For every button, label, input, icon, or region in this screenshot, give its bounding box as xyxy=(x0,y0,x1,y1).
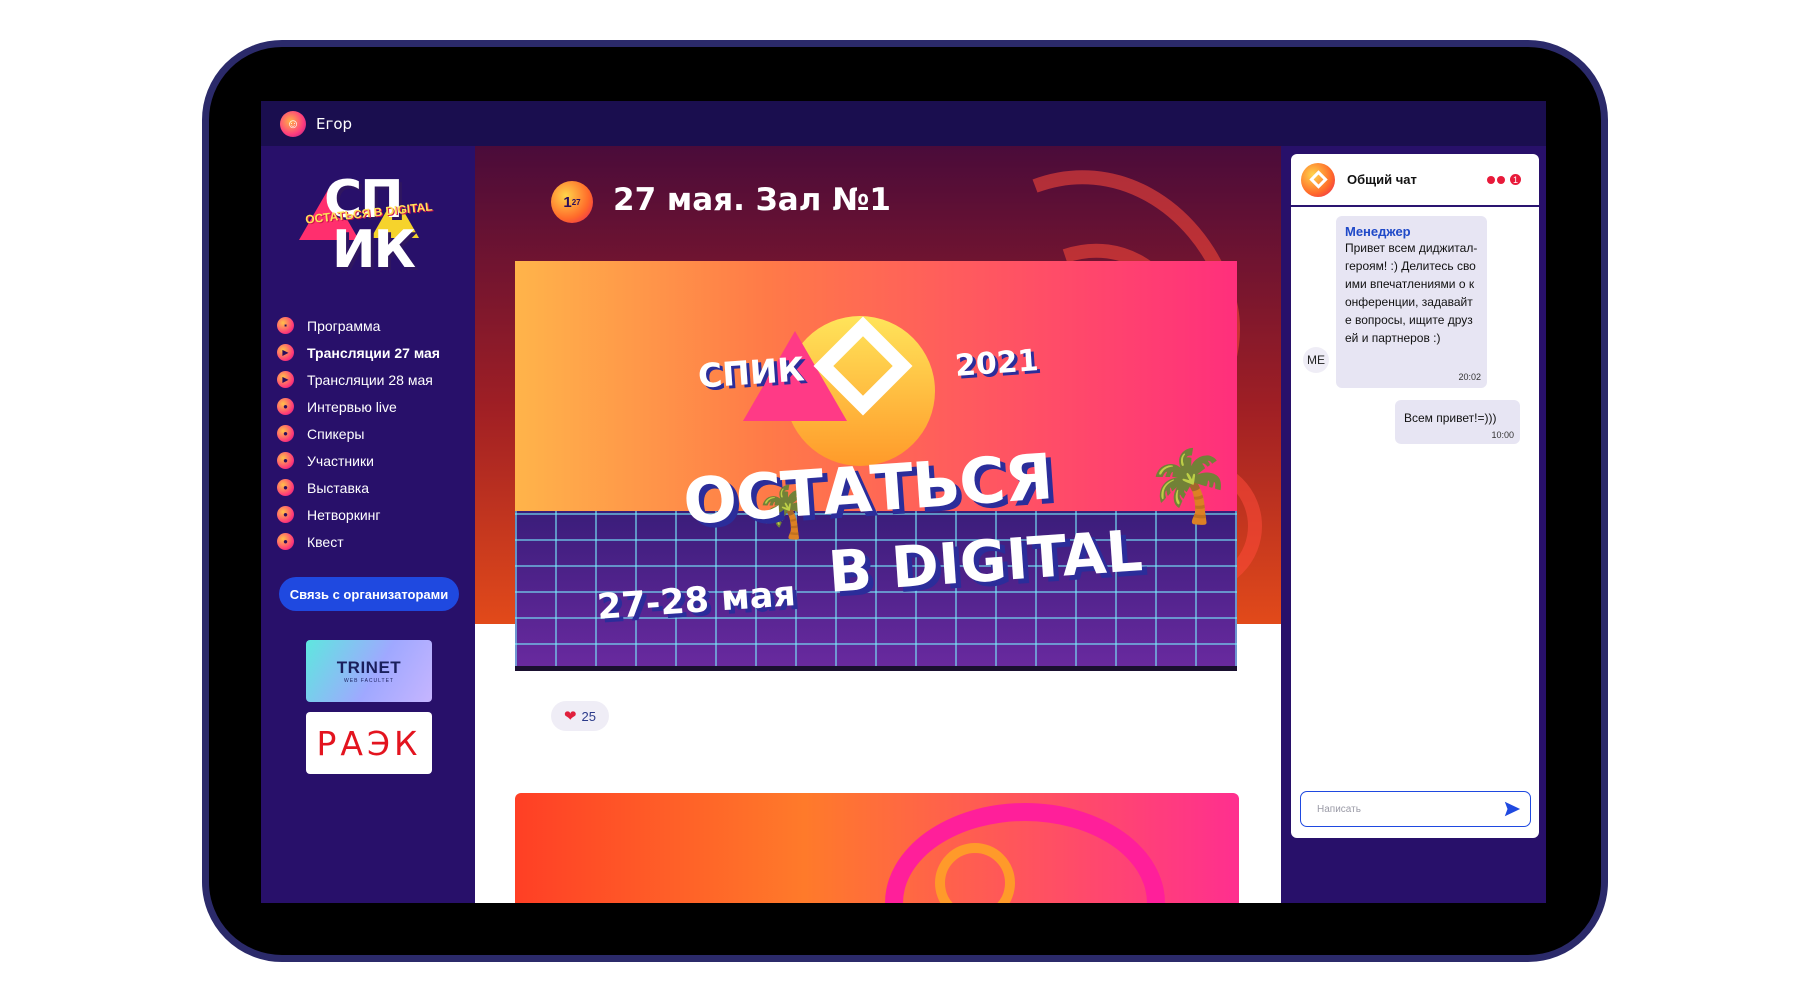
status-dot-icon xyxy=(1487,175,1495,184)
sidebar-item-label: Трансляции 27 мая xyxy=(307,344,440,361)
sidebar-item-label: Программа xyxy=(307,317,381,334)
send-button[interactable] xyxy=(1497,794,1527,824)
day-badge-sub: 27 xyxy=(571,197,581,207)
page-title: 27 мая. Зал №1 xyxy=(613,182,891,218)
unread-badge: 1 xyxy=(1508,172,1523,187)
message-avatar[interactable]: МЕ xyxy=(1303,347,1329,373)
user-avatar[interactable]: ☺ xyxy=(280,110,306,137)
sidebar-item-speakers[interactable]: ● Спикеры xyxy=(277,420,440,447)
sidebar-item-participants[interactable]: ● Участники xyxy=(277,447,440,474)
partner-name: TRINET xyxy=(336,658,402,677)
chat-title: Общий чат xyxy=(1347,172,1417,187)
message-time: 20:02 xyxy=(1458,372,1481,382)
exhibition-icon: ● xyxy=(277,479,294,496)
partner-subtitle: WEB FACULTET xyxy=(344,678,394,684)
day-badge-number: 1 xyxy=(563,193,572,211)
main-content: 1 27 27 мая. Зал №1 🌴 🌴 СПИК 2021 ОСТАТЬС… xyxy=(475,146,1281,903)
app-screen: ☺ Егор СП ИК ОСТАТЬСЯ В DIGITAL ▪ Програ… xyxy=(261,101,1546,903)
chat-logo-icon xyxy=(1301,162,1335,197)
sidebar-item-interview[interactable]: ● Интервью live xyxy=(277,393,440,420)
partner-logo-raek[interactable]: РАЭК xyxy=(306,712,432,774)
like-count: 25 xyxy=(581,708,597,724)
contact-organizers-button[interactable]: Связь с организаторами xyxy=(279,577,459,611)
event-logo[interactable]: СП ИК ОСТАТЬСЯ В DIGITAL xyxy=(299,166,439,286)
sidebar-item-broadcast-28[interactable]: ▶ Трансляции 28 мая xyxy=(277,366,440,393)
sidebar-item-label: Выставка xyxy=(307,479,370,496)
ornament-decoration xyxy=(885,803,1165,903)
chat-message-input[interactable] xyxy=(1317,803,1497,815)
chat-message-outgoing: Всем привет!=))) 10:00 xyxy=(1395,400,1520,444)
interview-icon: ● xyxy=(277,398,294,415)
sidebar-item-label: Трансляции 28 мая xyxy=(307,371,433,388)
chat-header: Общий чат 1 xyxy=(1291,154,1539,207)
palm-tree-icon: 🌴 xyxy=(1145,447,1233,525)
broadcast-icon: ▶ xyxy=(277,371,294,388)
quest-icon: ● xyxy=(277,533,294,550)
participants-icon: ● xyxy=(277,452,294,469)
sidebar-item-program[interactable]: ▪ Программа xyxy=(277,312,440,339)
sidebar-menu: ▪ Программа ▶ Трансляции 27 мая ▶ Трансл… xyxy=(277,312,440,555)
message-author[interactable]: Менеджер xyxy=(1345,224,1479,239)
banner-brand: СПИК xyxy=(696,349,806,396)
top-bar: ☺ Егор xyxy=(261,101,1546,146)
chat-input-box xyxy=(1300,791,1531,827)
chat-panel: Общий чат 1 МЕ Менеджер Привет всем дидж… xyxy=(1291,154,1539,838)
heart-icon: ❤ xyxy=(563,708,577,725)
broadcast-icon: ▶ xyxy=(277,344,294,361)
sidebar-item-exhibition[interactable]: ● Выставка xyxy=(277,474,440,501)
partner-name: РАЭК xyxy=(316,723,422,763)
user-name[interactable]: Егор xyxy=(316,115,352,133)
sidebar-item-label: Нетворкинг xyxy=(307,506,381,523)
program-icon: ▪ xyxy=(277,317,294,334)
next-stream-banner[interactable] xyxy=(515,793,1239,903)
sidebar-item-broadcast-27[interactable]: ▶ Трансляции 27 мая xyxy=(277,339,440,366)
message-time: 10:00 xyxy=(1491,430,1514,440)
networking-icon: ● xyxy=(277,506,294,523)
chat-notifications[interactable]: 1 xyxy=(1485,172,1523,187)
speakers-icon: ● xyxy=(277,425,294,442)
like-button[interactable]: ❤ 25 xyxy=(551,701,609,731)
sidebar-item-networking[interactable]: ● Нетворкинг xyxy=(277,501,440,528)
chat-message-incoming: Менеджер Привет всем диджитал-героям! :)… xyxy=(1336,216,1487,388)
logo-text: ИК xyxy=(332,220,416,280)
message-text: Привет всем диджитал-героям! :) Делитесь… xyxy=(1345,241,1478,345)
sidebar-item-label: Участники xyxy=(307,452,374,469)
sidebar: СП ИК ОСТАТЬСЯ В DIGITAL ▪ Программа ▶ Т… xyxy=(261,146,475,903)
partner-logo-trinet[interactable]: TRINET WEB FACULTET xyxy=(306,640,432,702)
banner-year: 2021 xyxy=(953,343,1040,384)
send-icon xyxy=(1504,801,1521,817)
sidebar-item-label: Квест xyxy=(307,533,344,550)
message-text: Всем привет!=))) xyxy=(1404,411,1497,425)
sidebar-item-label: Спикеры xyxy=(307,425,365,442)
day-badge: 1 27 xyxy=(551,181,593,223)
stream-video-banner[interactable]: 🌴 🌴 СПИК 2021 ОСТАТЬСЯ В DIGITAL 27-28 м… xyxy=(515,261,1237,671)
sidebar-item-label: Интервью live xyxy=(307,398,397,415)
status-dot-icon xyxy=(1497,175,1505,184)
sidebar-item-quest[interactable]: ● Квест xyxy=(277,528,440,555)
